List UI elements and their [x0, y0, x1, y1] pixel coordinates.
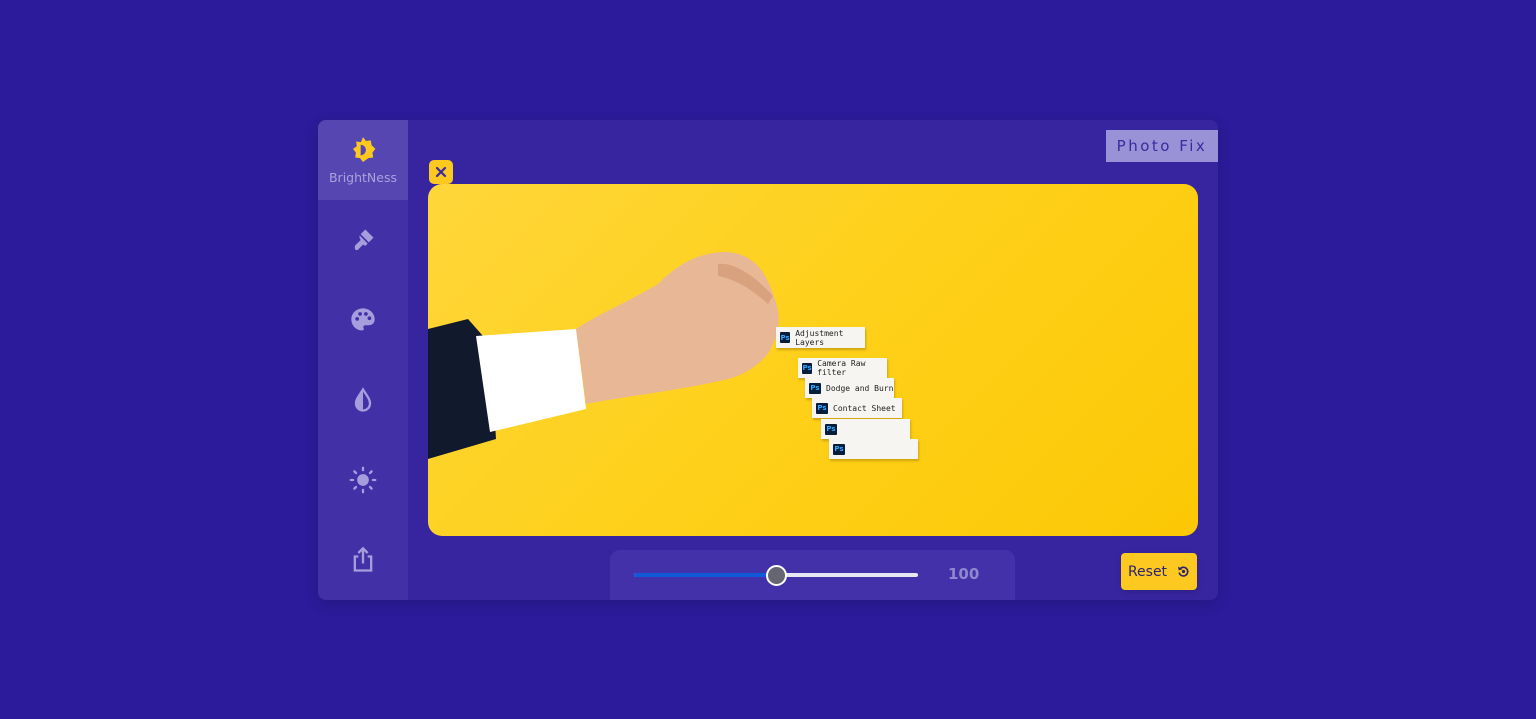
- contrast-drop-icon: [354, 387, 372, 412]
- brightness-icon: [352, 136, 376, 162]
- close-icon: [435, 166, 447, 178]
- reset-label: Reset: [1127, 563, 1168, 580]
- sidebar-item-exposure[interactable]: [318, 440, 408, 520]
- close-button[interactable]: [429, 160, 453, 184]
- brightness-slider-panel: 100: [610, 550, 1015, 600]
- tool-sidebar: BrightNess: [318, 120, 408, 600]
- reset-button[interactable]: Reset: [1121, 553, 1197, 590]
- sidebar-item-brightness[interactable]: BrightNess: [318, 120, 408, 200]
- paint-brush-icon: [354, 229, 374, 251]
- brightness-slider[interactable]: [634, 565, 918, 586]
- share-icon: [353, 546, 373, 572]
- photo-block: Ps Contact Sheet: [812, 398, 902, 418]
- photo-block: Ps Dodge and Burn: [805, 378, 894, 398]
- photo-block: Ps Adjustment Layers: [776, 327, 865, 348]
- slider-value: 100: [948, 565, 980, 583]
- sidebar-item-palette[interactable]: [318, 280, 408, 360]
- sidebar-item-share[interactable]: [318, 520, 408, 600]
- reset-icon: [1178, 566, 1189, 577]
- app-title: Photo Fix: [1106, 130, 1218, 162]
- sidebar-item-label: BrightNess: [328, 169, 397, 185]
- photo-fix-app: BrightNess Photo Fix Ps Adjustment Layer…: [318, 120, 1218, 600]
- slider-fill: [634, 573, 776, 577]
- photo-block: Ps: [821, 419, 910, 439]
- sidebar-item-contrast[interactable]: [318, 360, 408, 440]
- photo-preview: Ps Adjustment Layers Ps Camera Raw filter …: [428, 184, 1198, 536]
- slider-thumb[interactable]: [766, 565, 787, 586]
- sidebar-item-brush[interactable]: [318, 200, 408, 280]
- sun-icon: [349, 466, 377, 494]
- palette-icon: [351, 308, 375, 331]
- photo-block: Ps Camera Raw filter: [798, 358, 887, 378]
- photo-block: Ps: [829, 439, 918, 459]
